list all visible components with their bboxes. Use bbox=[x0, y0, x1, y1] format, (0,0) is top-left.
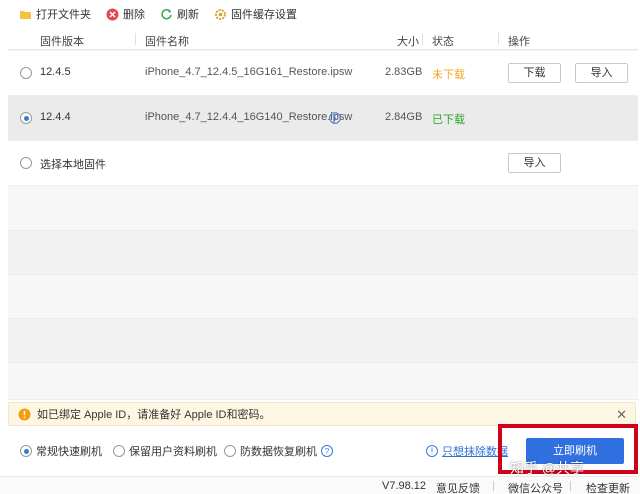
firmware-size: 2.84GB bbox=[385, 111, 423, 123]
header-status: 状态 bbox=[432, 36, 454, 48]
firmware-version: 12.4.4 bbox=[40, 111, 71, 123]
mode-radio[interactable] bbox=[224, 445, 236, 457]
app-version: V7.98.12 bbox=[382, 480, 427, 492]
mode-normal-label: 常规快速刷机 bbox=[36, 446, 102, 458]
watermark: 知乎 @共享 bbox=[510, 460, 585, 476]
header-name: 固件名称 bbox=[145, 36, 189, 48]
firmware-name: iPhone_4.7_12.4.5_16G161_Restore.ipsw bbox=[145, 66, 353, 78]
refresh-icon bbox=[159, 7, 173, 21]
import-button[interactable]: 导入 bbox=[575, 63, 628, 83]
open-folder-button[interactable]: 打开文件夹 bbox=[18, 6, 91, 22]
feedback-link[interactable]: 意见反馈 bbox=[436, 480, 480, 494]
import-button[interactable]: 导入 bbox=[508, 153, 561, 173]
header-actions: 操作 bbox=[508, 36, 530, 48]
table-header: 固件版本 固件名称 大小 状态 操作 bbox=[8, 28, 638, 50]
cache-settings-button[interactable]: 固件缓存设置 bbox=[213, 6, 297, 22]
table-row[interactable]: 12.4.5 iPhone_4.7_12.4.5_16G161_Restore.… bbox=[8, 51, 638, 96]
empty-row bbox=[8, 275, 638, 319]
mode-keep-data-label: 保留用户资料刷机 bbox=[129, 446, 217, 458]
header-divider bbox=[135, 33, 136, 45]
mode-radio[interactable] bbox=[20, 445, 32, 457]
delete-button[interactable]: 删除 bbox=[105, 6, 145, 22]
download-button[interactable]: 下载 bbox=[508, 63, 561, 83]
mode-anti-recovery-label: 防数据恢复刷机 bbox=[240, 446, 317, 458]
local-firmware-label: 选择本地固件 bbox=[40, 159, 106, 171]
empty-row bbox=[8, 231, 638, 275]
warning-icon bbox=[17, 407, 31, 421]
firmware-version: 12.4.5 bbox=[40, 66, 71, 78]
firmware-table: 固件版本 固件名称 大小 状态 操作 12.4.5 iPhone_4.7_12.… bbox=[8, 28, 638, 400]
check-update-link[interactable]: 检查更新 bbox=[586, 480, 630, 494]
status-divider bbox=[570, 481, 571, 491]
cache-settings-label: 固件缓存设置 bbox=[231, 9, 297, 21]
erase-only-link[interactable]: ! 只想抹除数据 bbox=[426, 443, 508, 459]
flash-highlight: 立即刷机 知乎 @共享 bbox=[498, 424, 638, 476]
wechat-link[interactable]: 微信公众号 bbox=[508, 480, 563, 494]
status-bar: V7.98.12 意见反馈 微信公众号 检查更新 bbox=[0, 476, 640, 494]
row-radio[interactable] bbox=[20, 157, 32, 169]
delete-label: 删除 bbox=[123, 9, 145, 21]
mode-radio[interactable] bbox=[113, 445, 125, 457]
refresh-label: 刷新 bbox=[177, 9, 199, 21]
table-row[interactable]: 12.4.4 iPhone_4.7_12.4.4_16G140_Restore.… bbox=[8, 96, 638, 141]
notice-text: 如已绑定 Apple ID，请准备好 Apple ID和密码。 bbox=[37, 409, 271, 421]
row-radio[interactable] bbox=[20, 112, 32, 124]
header-version: 固件版本 bbox=[40, 36, 84, 48]
toolbar: 打开文件夹 删除 刷新 固件缓存设置 bbox=[0, 0, 640, 28]
delete-icon bbox=[105, 7, 119, 21]
firmware-size: 2.83GB bbox=[385, 66, 423, 78]
mode-keep-data[interactable]: 保留用户资料刷机 bbox=[113, 443, 217, 459]
mode-normal[interactable]: 常规快速刷机 bbox=[20, 443, 102, 459]
header-size: 大小 bbox=[397, 36, 419, 48]
firmware-name: iPhone_4.7_12.4.4_16G140_Restore.ipsw bbox=[145, 111, 353, 123]
empty-row bbox=[8, 363, 638, 400]
status-divider bbox=[493, 481, 494, 491]
folder-icon bbox=[18, 7, 32, 21]
refresh-button[interactable]: 刷新 bbox=[159, 6, 199, 22]
apple-id-notice: 如已绑定 Apple ID，请准备好 Apple ID和密码。 ✕ bbox=[8, 402, 636, 426]
gear-icon bbox=[213, 7, 227, 21]
close-icon[interactable]: ✕ bbox=[616, 407, 627, 423]
info-icon[interactable] bbox=[328, 111, 342, 125]
header-divider bbox=[422, 33, 423, 45]
header-divider bbox=[498, 33, 499, 45]
mode-anti-recovery[interactable]: 防数据恢复刷机 ? bbox=[224, 443, 333, 459]
open-folder-label: 打开文件夹 bbox=[36, 9, 91, 21]
table-row[interactable]: 选择本地固件 导入 bbox=[8, 141, 638, 186]
empty-row bbox=[8, 187, 638, 231]
row-radio[interactable] bbox=[20, 67, 32, 79]
info-icon: ! bbox=[426, 445, 438, 457]
firmware-status: 未下载 bbox=[432, 69, 465, 81]
empty-row bbox=[8, 319, 638, 363]
firmware-status: 已下载 bbox=[432, 114, 465, 126]
help-icon[interactable]: ? bbox=[321, 445, 333, 457]
